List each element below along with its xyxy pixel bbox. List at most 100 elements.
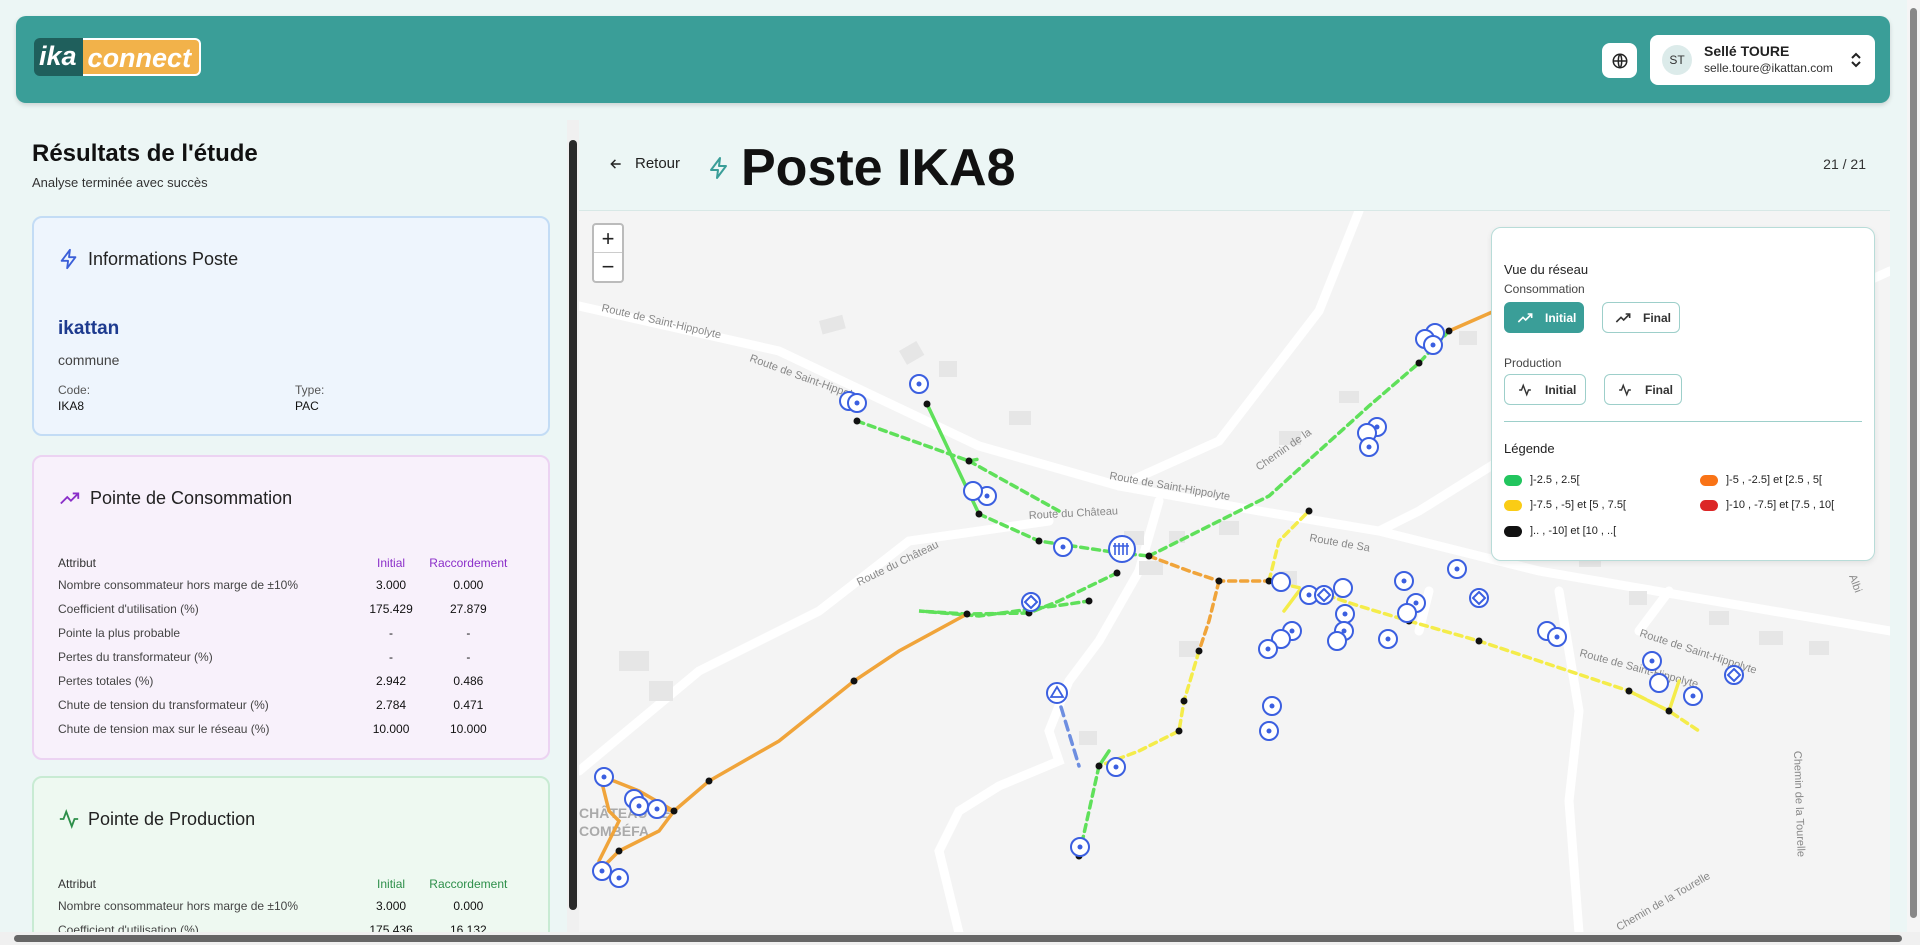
- horizontal-scrollbar[interactable]: [0, 932, 1920, 945]
- production-final-label: Final: [1645, 382, 1674, 397]
- table-row: Coefficient d'utilisation (%) 175.436 16.1…: [58, 918, 518, 932]
- poste-title: Poste IKA8: [741, 139, 1016, 197]
- row-label: Chute de tension max sur le réseau (%): [58, 722, 270, 736]
- row-label: Nombre consommateur hors marge de ±10%: [58, 578, 299, 592]
- page-title: Poste IKA8: [707, 138, 1016, 198]
- row-initial: -: [389, 626, 394, 640]
- user-menu[interactable]: ST Sellé TOURE selle.toure@ikattan.com: [1650, 35, 1875, 85]
- zoom-control[interactable]: + −: [592, 223, 624, 283]
- legend-swatch: [1504, 499, 1522, 511]
- legend-label: ]-5 , -2.5] et [2.5 , 5[: [1726, 474, 1822, 486]
- consumption-initial-label: Initial: [1545, 310, 1577, 325]
- row-initial: 10.000: [372, 722, 410, 736]
- back-label: Retour: [635, 155, 681, 172]
- row-initial: 3.000: [376, 578, 407, 592]
- production-table: Attribut Initial Raccordement Nombre con…: [58, 874, 518, 932]
- chevrons-up-down-icon: [1851, 52, 1861, 68]
- activity-icon: [1519, 382, 1531, 397]
- row-final: 0.000: [453, 899, 484, 913]
- row-final: -: [466, 626, 471, 640]
- road-label: Albi: [1846, 573, 1864, 594]
- row-label: Coefficient d'utilisation (%): [58, 923, 199, 932]
- language-button[interactable]: [1602, 43, 1637, 78]
- road-label: Route de Saint-Hippolyte: [1578, 647, 1699, 690]
- road-label: Chemin de la Tourelle: [1791, 751, 1807, 858]
- avatar: ST: [1662, 45, 1692, 75]
- code-field: Code: IKA8: [58, 382, 90, 414]
- legend-swatch: [1504, 474, 1522, 486]
- app-header: ika connect ST Sellé TOURE selle.toure@i…: [16, 16, 1890, 103]
- arrow-left-icon: [610, 158, 621, 169]
- production-peak-title: Pointe de Production: [88, 808, 256, 829]
- results-panel: Résultats de l'étude Analyse terminée av…: [16, 120, 556, 932]
- row-final: 0.000: [453, 578, 484, 592]
- legend-item: ]-2.5 , 2.5[: [1504, 474, 1580, 486]
- network-view-panel: Vue du réseau Consommation Initial Final…: [1491, 227, 1875, 561]
- col-raccordement: Raccordement: [429, 877, 508, 891]
- consumption-final-label: Final: [1643, 310, 1672, 325]
- col-attribut: Attribut: [58, 877, 97, 891]
- trending-up-icon: [60, 492, 80, 505]
- poste-detail: Retour Poste IKA8 21 / 21 Route de Saint…: [579, 120, 1890, 932]
- table-row: Pertes totales (%) 2.942 0.486: [58, 669, 518, 693]
- row-final: 0.486: [453, 674, 484, 688]
- consumption-peak-card: Pointe de Consommation Attribut Initial …: [32, 455, 550, 760]
- row-final: 16.132: [449, 923, 487, 932]
- scrollbar-thumb[interactable]: [14, 935, 1902, 942]
- consumption-initial-button[interactable]: Initial: [1504, 302, 1584, 333]
- code-value: IKA8: [58, 399, 85, 413]
- type-field: Type: PAC: [295, 382, 324, 414]
- row-initial: 2.942: [376, 674, 407, 688]
- col-attribut: Attribut: [58, 556, 97, 570]
- page-scrollbar[interactable]: [1907, 0, 1920, 932]
- row-final: 27.879: [449, 602, 487, 616]
- col-initial: Initial: [377, 556, 406, 570]
- lightning-icon: [60, 248, 77, 270]
- table-row: Pointe la plus probable - -: [58, 621, 518, 645]
- production-peak-card: Pointe de Production Attribut Initial Ra…: [32, 776, 550, 932]
- activity-icon: [1619, 382, 1631, 397]
- lightning-icon: [710, 157, 727, 179]
- consumption-final-button[interactable]: Final: [1602, 302, 1680, 333]
- row-initial: -: [389, 650, 394, 664]
- scrollbar-thumb[interactable]: [569, 140, 577, 910]
- legend-swatch: [1700, 474, 1718, 486]
- legend-label: ]-7.5 , -5] et [5 , 7.5[: [1530, 499, 1626, 511]
- col-initial: Initial: [377, 877, 406, 891]
- legend-item: ]-10 , -7.5] et [7.5 , 10[: [1700, 499, 1834, 511]
- results-title: Résultats de l'étude: [32, 140, 258, 167]
- user-name: Sellé TOURE: [1704, 43, 1790, 59]
- row-final: 0.471: [453, 698, 484, 712]
- road-label: Route de Sa: [1308, 532, 1371, 555]
- production-final-button[interactable]: Final: [1604, 374, 1682, 405]
- network-view-title: Vue du réseau: [1504, 262, 1589, 277]
- table-row: Chute de tension max sur le réseau (%) 10…: [58, 717, 518, 741]
- poste-name: ikattan: [58, 318, 120, 339]
- legend-item: ]-7.5 , -5] et [5 , 7.5[: [1504, 499, 1626, 511]
- row-label: Chute de tension du transformateur (%): [58, 698, 269, 712]
- transformer-marker[interactable]: [1108, 535, 1136, 563]
- row-initial: 3.000: [376, 899, 407, 913]
- zoom-in-button[interactable]: +: [594, 225, 622, 253]
- activity-icon: [59, 809, 79, 829]
- production-initial-button[interactable]: Initial: [1504, 374, 1586, 405]
- triangle-marker: [1046, 682, 1068, 704]
- network-map[interactable]: Route de Saint-Hippolyte Route de Saint-…: [579, 210, 1890, 932]
- row-label: Nombre consommateur hors marge de ±10%: [58, 899, 299, 913]
- left-panel-scrollbar[interactable]: [567, 120, 579, 932]
- row-initial: 175.436: [369, 923, 413, 932]
- results-subtitle: Analyse terminée avec succès: [32, 175, 208, 190]
- zoom-out-button[interactable]: −: [594, 253, 622, 281]
- back-button[interactable]: Retour: [609, 155, 680, 172]
- info-poste-title: Informations Poste: [88, 248, 239, 269]
- production-initial-label: Initial: [1545, 382, 1577, 397]
- road-label: Route de Saint-Hippolyte: [600, 302, 722, 341]
- row-label: Coefficient d'utilisation (%): [58, 602, 199, 616]
- table-row: Nombre consommateur hors marge de ±10% 3.…: [58, 894, 518, 918]
- legend-item: ].. , -10] et [10 , ..[: [1504, 525, 1616, 537]
- scrollbar-thumb[interactable]: [1910, 8, 1917, 918]
- row-final: 10.000: [449, 722, 487, 736]
- legend-swatch: [1504, 525, 1522, 537]
- ikaconnect-logo[interactable]: ika connect: [34, 38, 202, 76]
- legend-label: ].. , -10] et [10 , ..[: [1530, 525, 1617, 537]
